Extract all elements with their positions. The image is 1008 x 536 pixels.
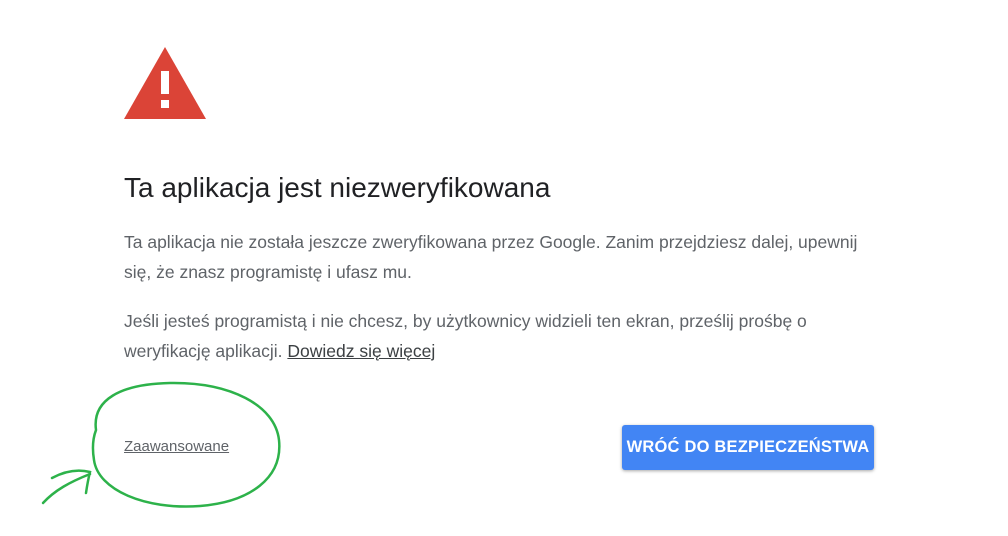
back-to-safety-button[interactable]: WRÓĆ DO BEZPIECZEŃSTWA [622, 425, 874, 470]
annotation-arrow-head [50, 469, 92, 495]
warning-triangle-icon [124, 47, 206, 119]
annotation-arrow-line [41, 472, 92, 505]
learn-more-link[interactable]: Dowiedz się więcej [287, 341, 435, 361]
advanced-link[interactable]: Zaawansowane [124, 438, 229, 455]
developer-info-body: Jeśli jesteś programistą i nie chcesz, b… [124, 311, 807, 361]
developer-info-text: Jeśli jesteś programistą i nie chcesz, b… [124, 306, 864, 366]
unverified-app-warning-page: Ta aplikacja jest niezweryfikowana Ta ap… [0, 0, 1008, 536]
verification-info-text: Ta aplikacja nie została jeszcze zweryfi… [124, 232, 858, 282]
page-title: Ta aplikacja jest niezweryfikowana [124, 172, 551, 203]
